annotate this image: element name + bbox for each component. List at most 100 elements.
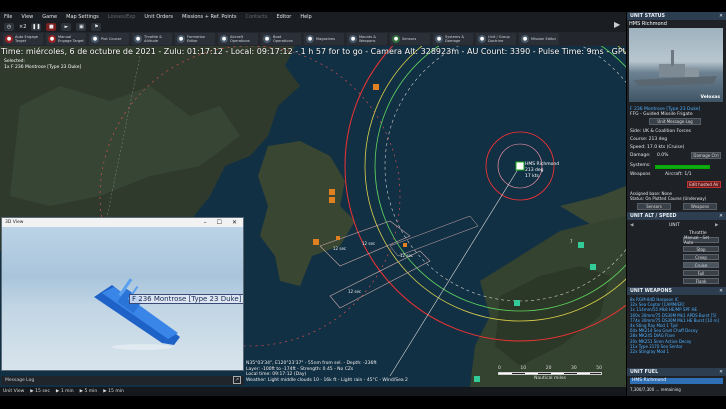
speed-full-button[interactable]: Full [683, 270, 719, 276]
unit-fuel-header[interactable]: UNIT FUEL ✕ [627, 368, 726, 376]
camera-icon[interactable]: ▣ [76, 22, 87, 31]
minimize-icon[interactable]: – [204, 219, 207, 226]
sensors-button[interactable]: ● Sensors [390, 33, 430, 45]
toolbar-label: Formation Editor [187, 35, 206, 43]
menu-item-contacts[interactable]: Contacts [245, 14, 267, 20]
systems-button[interactable]: ● Systems & Damage [433, 33, 473, 45]
weapons-label: Weapons [630, 172, 651, 177]
alt-speed-header[interactable]: UNIT ALT / SPEED ✕ [627, 212, 726, 220]
toolbar-label: Auto Engage Target [15, 35, 39, 43]
time-step-button[interactable]: ▶ 15 min [103, 389, 124, 394]
time-step-button[interactable]: ▶ 1 min [56, 389, 74, 394]
sensors-button[interactable]: Sensors [637, 203, 671, 210]
clock-icon[interactable]: ◷ [4, 22, 14, 31]
unit-weapons-header[interactable]: UNIT WEAPONS ✕ [627, 287, 726, 295]
menu-item-unit-orders[interactable]: Unit Orders [144, 14, 173, 20]
pause-button[interactable]: ❚❚ [31, 22, 42, 31]
status-line: Time: miércoles, 6 de octubre de 2021 - … [1, 47, 626, 56]
formation-button[interactable]: ● Formation Editor [175, 33, 215, 45]
alt-speed-title: UNIT ALT / SPEED [630, 213, 677, 219]
selected-unit[interactable]: 1x F 236 Montrose [Type 23 Duke] [4, 65, 81, 70]
throttle-button[interactable]: ● Throttle & Altitude [132, 33, 172, 45]
photo-hull [633, 76, 717, 86]
stop-button[interactable]: ■ [46, 22, 57, 31]
view-3d-scene[interactable]: F 236 Montrose [Type 23 Duke] (HMS [2, 227, 243, 370]
menu-item-missions-ref-points[interactable]: Missions + Ref. Points [182, 14, 236, 20]
aircraft-icon: ● [220, 35, 228, 43]
toolbar-label: Manual Engage Target [58, 35, 84, 43]
contact-marker [373, 84, 379, 90]
speed-stop-button[interactable]: Stop [683, 246, 719, 252]
menu-bar: File View Game Map Settings Losses/Exp Unit O… [0, 12, 626, 21]
boat-button[interactable]: ● Boat Operations [261, 33, 301, 45]
speed-creep-button[interactable]: Creep [683, 254, 719, 260]
magazines-button[interactable]: ● Magazines [304, 33, 344, 45]
weapons-button[interactable]: Weapons [683, 203, 717, 210]
time-step-bar: Unit View ▶ 15 sec ▶ 1 min ▶ 5 min ▶ 15 min [0, 387, 626, 396]
menu-item-help[interactable]: Help [300, 14, 311, 20]
photo-caption: Veloxas [700, 95, 720, 100]
menu-item-file[interactable]: File [4, 14, 12, 20]
time-compression[interactable]: ×2 [19, 24, 26, 30]
friendly-marker [514, 300, 520, 306]
toolbar-label: Systems & Damage [445, 35, 465, 43]
map-label: 12 sec [400, 253, 414, 258]
prev-arrow-icon[interactable]: ◀ [630, 223, 633, 228]
unit-message-log-button[interactable]: Unit Message Log [649, 118, 701, 125]
aircraft-button[interactable]: ● Aircraft Operations [218, 33, 258, 45]
plot-course-button[interactable]: ● Plot Course [89, 33, 129, 45]
contact-marker [403, 243, 407, 247]
right-panel: UNIT STATUS ✕ HMS Richmond Veloxas F 236 … [627, 12, 726, 396]
scale-tick: 0 [498, 366, 501, 371]
close-icon[interactable]: ✕ [719, 289, 726, 294]
toolbar-label: Throttle & Altitude [144, 35, 163, 43]
close-icon[interactable]: ✕ [232, 219, 237, 226]
unit-side: Side: UK & Coalition Forces [630, 129, 692, 134]
close-icon[interactable]: ✕ [719, 14, 726, 19]
time-step-button[interactable]: ▶ 5 min [80, 389, 98, 394]
message-log-bar[interactable]: Message Log [1, 376, 244, 385]
menu-item-view[interactable]: View [21, 14, 33, 20]
scale-tick: 50 [596, 366, 602, 371]
scale-unit: Nautical miles [534, 376, 566, 381]
close-icon[interactable]: ✕ [719, 370, 726, 375]
expand-icon[interactable]: ↗ [233, 376, 241, 384]
speed-cruise-button[interactable]: Cruise [683, 262, 719, 268]
damage-control-button[interactable]: Damage Ctrl [691, 152, 721, 159]
close-icon[interactable]: ✕ [719, 214, 726, 219]
view-3d-window[interactable]: 3D View – ☐ ✕ F 236 Montrose [Type 23 Du… [1, 217, 244, 371]
unit-selector-label: UNIT [669, 223, 680, 228]
unit-status-header[interactable]: UNIT STATUS ✕ [627, 12, 726, 20]
throttle-mode-button[interactable]: Manual - Set Auto [683, 235, 719, 245]
systems-icon: ● [435, 35, 443, 43]
mission-button[interactable]: ● Mission Editor [519, 33, 559, 45]
view-3d-titlebar[interactable]: 3D View – ☐ ✕ [2, 218, 243, 227]
unit-label-course: 213 deg [525, 168, 544, 173]
weapon-item[interactable]: 22x Stingray Mod 1 [627, 349, 726, 354]
time-step-button[interactable]: ▶ 15 sec [30, 389, 50, 394]
manual-engage-button[interactable]: ● Manual Engage Target [46, 33, 86, 45]
ship-photo-graphic [633, 50, 717, 86]
map-label: 7 [570, 239, 573, 244]
auto-engage-button[interactable]: ● Auto Engage Target [3, 33, 43, 45]
menu-item-game[interactable]: Game [42, 14, 57, 20]
collapse-panel-icon[interactable]: ▶ [614, 20, 624, 30]
mounts-button[interactable]: ● Mounts & Weapons [347, 33, 387, 45]
toolbar-label: Mission Editor [531, 37, 557, 41]
map-label: 12 sec [362, 241, 376, 246]
step-button[interactable]: ► [61, 22, 72, 31]
edit-hosted-air-button[interactable]: Edit hosted Air [687, 181, 721, 188]
menu-item-editor[interactable]: Editor [277, 14, 292, 20]
magazines-icon: ● [306, 35, 314, 43]
unit-speed: Speed: 17.0 kts (Cruise) [630, 145, 685, 150]
speed-flank-button[interactable]: Flank [683, 278, 719, 284]
maximize-icon[interactable]: ☐ [217, 219, 222, 226]
doctrine-button[interactable]: ● Unit / Group Doctrine [476, 33, 516, 45]
next-arrow-icon[interactable]: ▶ [715, 223, 718, 228]
menu-item-map-settings[interactable]: Map Settings [66, 14, 99, 20]
unit-view-label: Unit View [3, 389, 25, 394]
menu-item-losses-exp[interactable]: Losses/Exp [108, 14, 136, 20]
unit-label-name: HMS Richmond [525, 162, 560, 167]
contact-marker [313, 239, 319, 245]
flag-icon[interactable]: ⚑ [91, 22, 102, 31]
